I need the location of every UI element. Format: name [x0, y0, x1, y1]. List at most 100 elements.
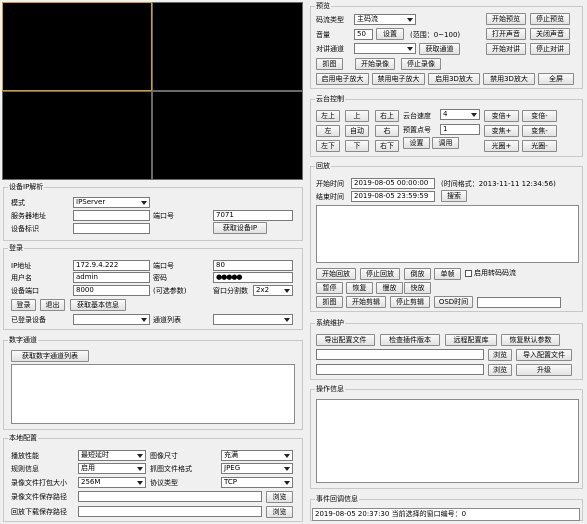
export-config-button[interactable]: 导出配置文件	[316, 334, 375, 346]
volume-input[interactable]: 50	[354, 29, 373, 40]
reverse-play-button[interactable]: 倒放	[404, 268, 431, 280]
record-path-input[interactable]	[78, 491, 262, 502]
zoom-in-button[interactable]: 变倍+	[484, 110, 519, 122]
upgrade-file-path-input[interactable]	[316, 364, 484, 375]
preset-call-button[interactable]: 调用	[432, 137, 459, 149]
record-package-label: 录像文件打包大小	[11, 479, 67, 487]
start-record-button[interactable]: 开始录像	[355, 58, 395, 70]
volume-set-button[interactable]: 设置	[376, 28, 404, 40]
ptz-right-button[interactable]: 右	[375, 125, 399, 137]
image-size-select[interactable]: 充满	[221, 450, 293, 461]
resume-button[interactable]: 恢复	[346, 282, 373, 294]
start-clip-button[interactable]: 开始剪辑	[346, 296, 386, 308]
iris-in-button[interactable]: 光圈+	[484, 140, 519, 152]
enable-3d-zoom-button[interactable]: 启用3D放大	[428, 73, 480, 85]
start-preview-button[interactable]: 开始预览	[486, 13, 526, 25]
upgrade-browse-button[interactable]: 浏览	[488, 364, 512, 376]
ptz-left-button[interactable]: 左	[316, 125, 340, 137]
focus-out-button[interactable]: 变焦-	[522, 125, 557, 137]
import-config-button[interactable]: 导入配置文件	[516, 349, 572, 361]
pause-button[interactable]: 暂停	[316, 282, 343, 294]
single-frame-button[interactable]: 单帧	[434, 268, 461, 280]
record-path-browse-button[interactable]: 浏览	[266, 491, 293, 503]
open-sound-button[interactable]: 打开声音	[486, 28, 526, 40]
protocol-select[interactable]: TCP	[221, 477, 293, 488]
stop-playback-button[interactable]: 停止回放	[360, 268, 400, 280]
playback-capture-button[interactable]: 抓图	[316, 296, 343, 308]
stop-preview-button[interactable]: 停止预览	[530, 13, 570, 25]
port-input[interactable]: 80	[213, 260, 293, 271]
check-plugin-button[interactable]: 检查插件版本	[380, 334, 440, 346]
config-browse-button[interactable]: 浏览	[488, 349, 512, 361]
talk-channel-select[interactable]	[354, 43, 416, 54]
upgrade-button[interactable]: 升级	[516, 364, 572, 376]
stop-record-button[interactable]: 停止录像	[401, 58, 441, 70]
play-perf-select[interactable]: 最短延时	[78, 450, 146, 461]
zoom-out-button[interactable]: 变倍-	[522, 110, 557, 122]
enable-ezoom-button[interactable]: 启用电子放大	[316, 73, 369, 85]
server-port-input[interactable]: 7071	[213, 210, 293, 221]
record-package-select[interactable]: 256M	[78, 477, 146, 488]
focus-in-button[interactable]: 变焦+	[484, 125, 519, 137]
end-time-input[interactable]: 2019-08-05 23:59:59	[351, 191, 435, 202]
get-device-ip-button[interactable]: 获取设备IP	[213, 222, 267, 234]
login-button[interactable]: 登录	[11, 299, 36, 311]
video-pane-4[interactable]	[152, 91, 303, 180]
channel-list-select[interactable]	[213, 314, 293, 325]
ptz-auto-button[interactable]: 自动	[345, 125, 369, 137]
logout-button[interactable]: 退出	[40, 299, 65, 311]
iris-out-button[interactable]: 光圈-	[522, 140, 557, 152]
logged-devices-select[interactable]	[73, 314, 150, 325]
video-pane-3[interactable]	[2, 91, 152, 180]
start-playback-button[interactable]: 开始回放	[316, 268, 356, 280]
ptz-speed-select[interactable]: 4	[440, 109, 480, 120]
close-sound-button[interactable]: 关闭声音	[530, 28, 570, 40]
download-path-browse-button[interactable]: 浏览	[266, 506, 293, 518]
rule-info-select[interactable]: 启用	[78, 463, 146, 474]
preview-capture-button[interactable]: 抓图	[316, 58, 343, 70]
preset-input[interactable]: 1	[440, 124, 480, 135]
disable-3d-zoom-button[interactable]: 禁用3D放大	[483, 73, 535, 85]
get-digital-channels-button[interactable]: 获取数字通道列表	[11, 350, 89, 362]
osd-time-button[interactable]: OSD时间	[434, 296, 473, 308]
stream-type-select[interactable]: 主码流	[354, 14, 416, 25]
ptz-down-button[interactable]: 下	[345, 140, 369, 152]
slow-play-button[interactable]: 慢放	[376, 282, 403, 294]
username-input[interactable]: admin	[73, 272, 150, 283]
device-id-input[interactable]	[73, 223, 150, 234]
fast-play-button[interactable]: 快放	[404, 282, 431, 294]
get-basic-info-button[interactable]: 获取基本信息	[70, 299, 126, 311]
preset-set-button[interactable]: 设置	[403, 137, 430, 149]
ptz-up-left-button[interactable]: 左上	[316, 110, 340, 122]
window-split-select[interactable]: 2x2	[253, 285, 293, 296]
ip-input[interactable]: 172.9.4.222	[73, 260, 150, 271]
video-pane-2[interactable]	[152, 2, 303, 91]
download-path-input[interactable]	[78, 506, 262, 517]
config-file-path-input[interactable]	[316, 349, 484, 360]
restore-default-button[interactable]: 恢复默认参数	[501, 334, 560, 346]
ptz-up-right-button[interactable]: 右上	[375, 110, 399, 122]
mode-select[interactable]: IPServer	[73, 197, 150, 208]
start-time-input[interactable]: 2019-08-05 00:00:00	[351, 178, 435, 189]
search-button[interactable]: 搜索	[441, 190, 467, 202]
transcode-checkbox[interactable]	[465, 270, 472, 277]
digital-channel-list[interactable]	[11, 364, 295, 424]
disable-ezoom-button[interactable]: 禁用电子放大	[372, 73, 425, 85]
remote-config-button[interactable]: 远程配置库	[445, 334, 497, 346]
ptz-down-right-button[interactable]: 右下	[375, 140, 399, 152]
server-address-input[interactable]	[73, 210, 150, 221]
stop-talk-button[interactable]: 停止对讲	[530, 43, 570, 55]
password-input[interactable]: ●●●●●	[213, 272, 293, 283]
password-label: 密码	[153, 274, 167, 282]
fullscreen-button[interactable]: 全屏	[538, 73, 574, 85]
device-port-input[interactable]: 8000	[73, 285, 150, 296]
get-channel-button[interactable]: 获取通道	[419, 43, 460, 55]
osd-time-input[interactable]	[477, 297, 561, 308]
video-pane-1[interactable]	[2, 2, 152, 91]
playback-file-list[interactable]	[316, 205, 579, 263]
ptz-down-left-button[interactable]: 左下	[316, 140, 340, 152]
stop-clip-button[interactable]: 停止剪辑	[390, 296, 430, 308]
capture-format-select[interactable]: JPEG	[221, 463, 293, 474]
start-talk-button[interactable]: 开始对讲	[486, 43, 526, 55]
ptz-up-button[interactable]: 上	[345, 110, 369, 122]
